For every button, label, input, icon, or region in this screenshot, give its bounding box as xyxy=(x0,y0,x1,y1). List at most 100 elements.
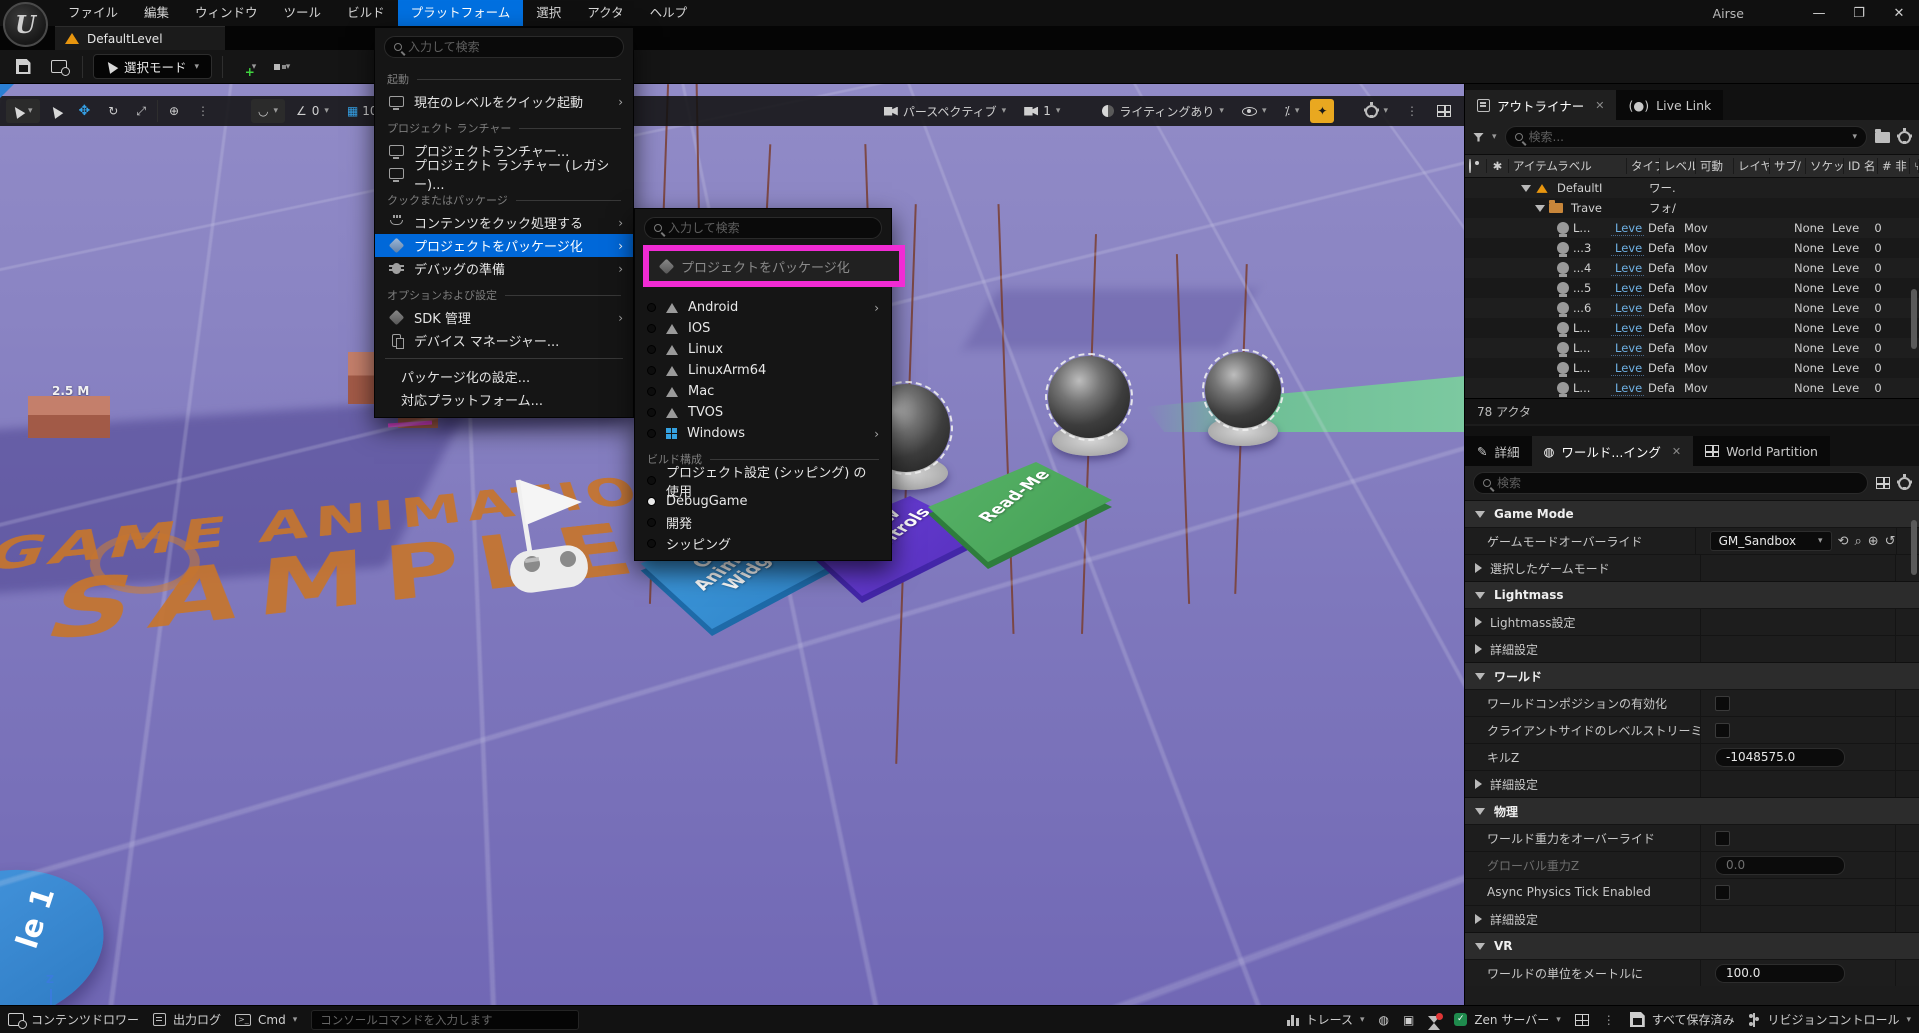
outliner-actor-row[interactable]: ...6 Leve Defa Mov None Leve 0 xyxy=(1465,298,1919,318)
submenu-item-android[interactable]: Android › xyxy=(635,297,891,318)
world-local-toggle[interactable]: ⊕ xyxy=(162,99,186,123)
filter-icon[interactable] xyxy=(1473,133,1484,142)
menu-help[interactable]: ヘルプ xyxy=(637,0,701,26)
preview-quality-button[interactable]: ⁒▾ xyxy=(1277,99,1306,123)
game-view-toggle-active[interactable]: ✦ xyxy=(1310,99,1334,123)
outliner-actor-row[interactable]: L... Leve Defa Mov None Leve 0 xyxy=(1465,318,1919,338)
submenu-item-linux[interactable]: Linux xyxy=(635,339,891,360)
menu-tools[interactable]: ツール xyxy=(271,0,335,26)
client-streaming-checkbox[interactable] xyxy=(1715,723,1730,738)
console-command-input[interactable] xyxy=(311,1010,579,1030)
scale-tool-button[interactable]: ⤢ xyxy=(129,99,153,123)
rotate-tool-button[interactable]: ↻ xyxy=(101,99,125,123)
tab-details[interactable]: ✎ 詳細 xyxy=(1465,436,1532,466)
category-vr[interactable]: VR xyxy=(1465,932,1919,959)
details-settings-icon[interactable] xyxy=(1898,477,1911,490)
display-filter-icon[interactable] xyxy=(1876,477,1890,489)
select-tool-button[interactable] xyxy=(44,99,68,123)
menu-item-project-launcher-legacy[interactable]: プロジェクト ランチャー (レガシー)... xyxy=(375,162,633,185)
menu-build[interactable]: ビルド xyxy=(334,0,398,26)
submenu-search-input[interactable] xyxy=(668,221,872,235)
gravity-override-checkbox[interactable] xyxy=(1715,831,1730,846)
camera-speed-button[interactable]: 1▾ xyxy=(1017,99,1067,123)
revision-control-button[interactable]: リビジョンコントロール ▾ xyxy=(1748,1011,1911,1028)
outliner-scrollbar[interactable] xyxy=(1911,289,1917,349)
details-search-input[interactable] xyxy=(1497,476,1858,490)
menu-platforms[interactable]: プラットフォーム xyxy=(398,0,524,26)
tab-live-link[interactable]: (●) Live Link xyxy=(1616,90,1723,120)
rotation-snap-button[interactable]: ∠0▾ xyxy=(289,99,336,123)
menu-item-device-manager[interactable]: デバイス マネージャー... xyxy=(375,329,633,352)
menu-select[interactable]: 選択 xyxy=(523,0,574,26)
expand-icon[interactable] xyxy=(1475,563,1482,573)
browse-asset-icon[interactable]: ⌕ xyxy=(1854,534,1861,549)
col-attach-icon[interactable]: ⑂ xyxy=(1910,159,1919,173)
reset-icon[interactable]: ↺ xyxy=(1885,534,1896,549)
zen-server-button[interactable]: ✓ Zen サーバー ▾ xyxy=(1454,1011,1560,1028)
outliner-actor-row[interactable]: ...5 Leve Defa Mov None Leve 0 xyxy=(1465,278,1919,298)
outliner-world-row[interactable]: DefaultI ワー. xyxy=(1465,178,1919,198)
save-status-button[interactable]: すべて保存済み xyxy=(1630,1011,1735,1028)
outliner-actor-row[interactable]: L... Leve Defa Mov None Leve 0 xyxy=(1465,338,1919,358)
menu-window[interactable]: ウィンドウ xyxy=(182,0,271,26)
expand-icon[interactable] xyxy=(1521,185,1531,192)
menu-item-package-project[interactable]: プロジェクトをパッケージ化 › xyxy=(375,234,633,257)
outliner-folder-row[interactable]: Trave フォ/ xyxy=(1465,198,1919,218)
col-id-name[interactable]: ID 名 xyxy=(1844,158,1878,174)
add-actor-button[interactable]: + ▾ xyxy=(233,54,259,80)
unreal-logo[interactable]: U xyxy=(3,2,48,47)
output-log-button[interactable]: 出力ログ xyxy=(153,1011,221,1028)
expand-icon[interactable] xyxy=(1475,617,1482,627)
visibility-column[interactable] xyxy=(1465,159,1487,173)
snapshot-button[interactable]: ▣ xyxy=(1403,1013,1414,1027)
pending-tasks-button[interactable] xyxy=(1428,1016,1440,1023)
select-mode-tool-button[interactable]: ▾ xyxy=(6,99,40,123)
col-layer[interactable]: レイヤ xyxy=(1734,158,1770,174)
game-mode-dropdown[interactable]: GM_Sandbox ▾ xyxy=(1710,531,1832,551)
world-to-meters-input[interactable]: 100.0 xyxy=(1715,964,1845,983)
menu-item-supported-platforms[interactable]: 対応プラットフォーム... xyxy=(375,388,633,411)
derived-data-button[interactable] xyxy=(1575,1014,1589,1026)
prop-lightmass-settings[interactable]: Lightmass設定 xyxy=(1465,608,1919,635)
status-options-button[interactable]: ⋮ xyxy=(1603,1013,1616,1027)
submenu-search[interactable] xyxy=(644,217,882,239)
menu-item-sdk-management[interactable]: SDK 管理 › xyxy=(375,306,633,329)
blueprints-button[interactable]: ▾ xyxy=(269,54,295,80)
submenu-item-windows[interactable]: Windows › xyxy=(635,423,891,444)
outliner-actor-row[interactable]: L... Leve Defa Mov None Leve 0 xyxy=(1465,218,1919,238)
close-tab-icon[interactable]: ✕ xyxy=(1595,99,1604,112)
use-selected-asset-icon[interactable]: ⟲ xyxy=(1838,534,1849,549)
restore-button[interactable]: ❐ xyxy=(1839,0,1879,26)
spawn-flag-gamepad[interactable] xyxy=(470,470,610,600)
kill-z-input[interactable]: -1048575.0 xyxy=(1715,748,1845,767)
submenu-item-shipping[interactable]: シッピング xyxy=(635,533,891,554)
outliner-search-input[interactable] xyxy=(1529,130,1847,144)
show-flags-button[interactable]: ▾ xyxy=(1235,99,1274,123)
new-folder-icon[interactable] xyxy=(1875,132,1890,143)
col-mobility[interactable]: 可動 xyxy=(1696,158,1734,174)
menu-search[interactable] xyxy=(384,36,624,58)
async-physics-checkbox[interactable] xyxy=(1715,885,1730,900)
menu-edit[interactable]: 編集 xyxy=(131,0,182,26)
outliner-actor-row[interactable]: ...3 Leve Defa Mov None Leve 0 xyxy=(1465,238,1919,258)
viewport-settings-button[interactable]: ▾ xyxy=(1358,99,1395,123)
details-search[interactable] xyxy=(1473,472,1868,494)
col-item-label[interactable]: アイテムラベル xyxy=(1509,158,1627,174)
menu-item-quick-launch[interactable]: 現在のレベルをクイック起動 › xyxy=(375,90,633,113)
close-tab-icon[interactable]: ✕ xyxy=(1672,445,1681,458)
submenu-item-use-project-setting[interactable]: プロジェクト設定 (シッピング) の使用 xyxy=(635,470,891,491)
submenu-item-linuxarm64[interactable]: LinuxArm64 xyxy=(635,360,891,381)
sphere-actor[interactable] xyxy=(1048,356,1130,438)
menu-file[interactable]: ファイル xyxy=(55,0,131,26)
save-button[interactable] xyxy=(10,54,36,80)
submenu-item-development[interactable]: 開発 xyxy=(635,512,891,533)
quad-layout-button[interactable] xyxy=(1430,99,1458,123)
menu-item-packaging-settings[interactable]: パッケージ化の設定... xyxy=(375,365,633,388)
prop-lightmass-advanced[interactable]: 詳細設定 xyxy=(1465,635,1919,662)
outliner-settings-icon[interactable] xyxy=(1898,131,1911,144)
perspective-selector[interactable]: パースペクティブ▾ xyxy=(877,99,1013,123)
editor-mode-selector[interactable]: 選択モード ▾ xyxy=(93,54,212,79)
outliner-search[interactable]: ▾ xyxy=(1505,126,1867,148)
menu-item-cook-content[interactable]: コンテンツをクック処理する › xyxy=(375,211,633,234)
sphere-actor[interactable] xyxy=(1205,352,1281,428)
